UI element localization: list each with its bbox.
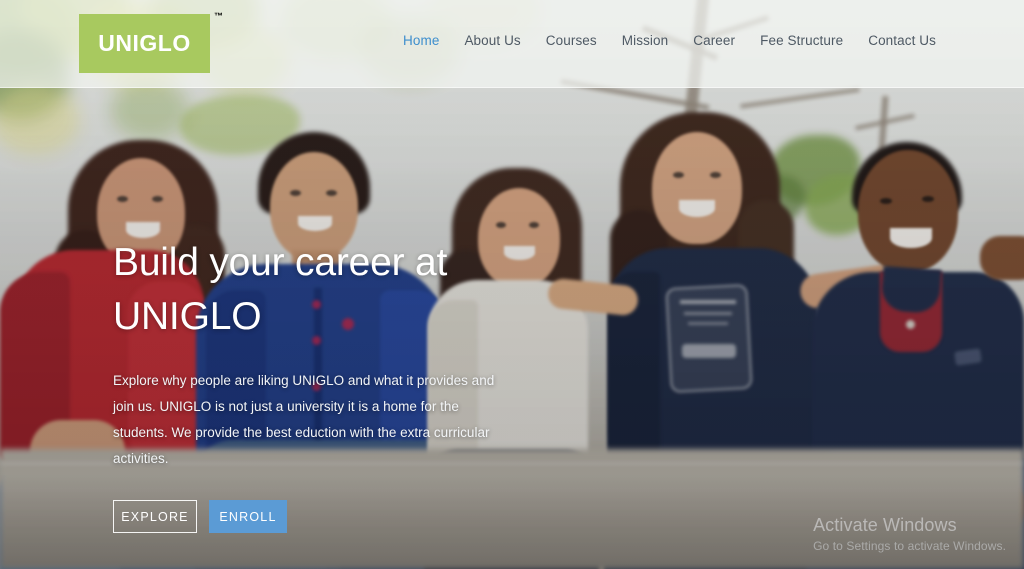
nav-item-home[interactable]: Home <box>403 33 439 48</box>
nav-item-career[interactable]: Career <box>693 33 735 48</box>
watermark-title: Activate Windows <box>813 515 957 535</box>
hero-title-line-1: Build your career at <box>113 241 448 284</box>
hero-button-group: EXPLORE ENROLL <box>113 500 633 533</box>
site-logo[interactable]: UNIGLO ™ <box>79 11 223 73</box>
nav-item-contact-us[interactable]: Contact Us <box>868 33 936 48</box>
enroll-button[interactable]: ENROLL <box>209 500 287 533</box>
site-logo-text: UNIGLO <box>98 30 191 56</box>
nav-item-fee-structure[interactable]: Fee Structure <box>760 33 843 48</box>
hero-title: Build your career at UNIGLO <box>113 236 633 344</box>
site-header: UNIGLO ™ Home About Us Courses Mission C… <box>0 0 1024 88</box>
hero-paragraph: Explore why people are liking UNIGLO and… <box>113 373 495 466</box>
hero-content: Build your career at UNIGLO Explore why … <box>113 236 633 533</box>
hero-title-line-2: UNIGLO <box>113 295 262 338</box>
watermark-subtitle: Go to Settings to activate Windows. <box>813 539 1006 553</box>
trademark-icon: ™ <box>214 11 223 21</box>
explore-button[interactable]: EXPLORE <box>113 500 197 533</box>
nav-item-mission[interactable]: Mission <box>622 33 668 48</box>
windows-activation-watermark: Activate Windows Go to Settings to activ… <box>813 513 1006 555</box>
page-root: UNIGLO ™ Home About Us Courses Mission C… <box>0 0 1024 569</box>
main-navigation: Home About Us Courses Mission Career Fee… <box>403 33 936 48</box>
nav-item-courses[interactable]: Courses <box>546 33 597 48</box>
nav-item-about-us[interactable]: About Us <box>464 33 520 48</box>
